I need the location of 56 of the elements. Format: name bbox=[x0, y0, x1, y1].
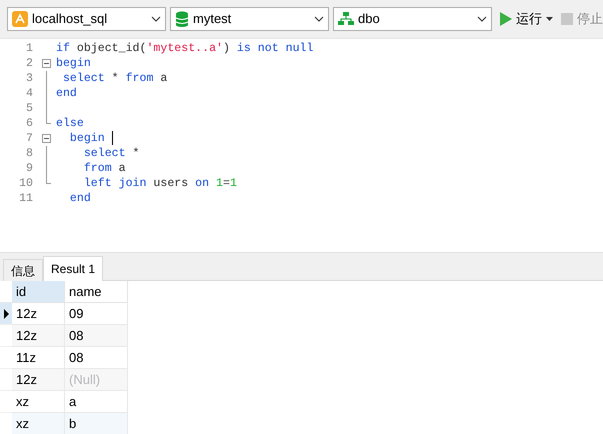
line-number: 5 bbox=[25, 101, 33, 116]
line-number: 7 bbox=[25, 131, 33, 146]
code-line: else bbox=[56, 116, 84, 131]
code-line: begin bbox=[56, 56, 91, 71]
line-number: 9 bbox=[25, 161, 33, 176]
line-number: 3 bbox=[25, 71, 33, 86]
fold-end-line bbox=[46, 116, 51, 124]
code-line: if object_id('mytest..a') is not null bbox=[56, 41, 314, 56]
schema-select[interactable]: dbo bbox=[333, 7, 492, 31]
fold-toggle-icon[interactable] bbox=[42, 59, 51, 68]
fold-toggle-icon[interactable] bbox=[42, 134, 51, 143]
code-line: begin bbox=[68, 131, 106, 146]
schema-icon bbox=[338, 12, 354, 26]
run-button[interactable]: 运行 bbox=[500, 9, 542, 29]
code-line: end bbox=[68, 191, 91, 206]
chevron-down-icon bbox=[477, 16, 488, 22]
code-line: select * from a bbox=[62, 71, 168, 86]
table-cell: b bbox=[65, 413, 128, 434]
table-cell: (Null) bbox=[65, 369, 128, 391]
table-cell: 11z bbox=[12, 347, 65, 369]
table-cell: 12z bbox=[12, 325, 65, 347]
code-line: left join users on 1=1 bbox=[82, 176, 237, 191]
current-row-icon bbox=[4, 308, 9, 318]
caret-icon[interactable] bbox=[546, 17, 553, 21]
result-tab[interactable]: 信息 bbox=[3, 259, 43, 281]
table-cell: a bbox=[65, 391, 128, 413]
line-number: 1 bbox=[25, 41, 33, 56]
table-cell: xz bbox=[12, 391, 65, 413]
fold-end-line bbox=[46, 176, 51, 184]
result-tab[interactable]: Result 1 bbox=[43, 256, 104, 281]
chevron-down-icon bbox=[314, 16, 324, 22]
text-cursor bbox=[112, 131, 113, 145]
database-icon bbox=[175, 11, 190, 27]
code-line: from a bbox=[82, 161, 126, 176]
stop-icon bbox=[561, 13, 573, 25]
table-cell: 09 bbox=[65, 303, 128, 325]
table-cell: 12z bbox=[12, 303, 65, 325]
table-cell: 08 bbox=[65, 325, 128, 347]
line-number: 11 bbox=[18, 191, 33, 206]
column-header[interactable]: name bbox=[65, 281, 128, 303]
line-number: 8 bbox=[25, 146, 33, 161]
connection-icon bbox=[12, 11, 28, 27]
column-header[interactable]: id bbox=[12, 281, 65, 303]
play-icon bbox=[500, 12, 512, 26]
line-number: 10 bbox=[18, 176, 33, 191]
table-cell: 12z bbox=[12, 369, 65, 391]
table-cell: xz bbox=[12, 413, 65, 434]
line-number: 2 bbox=[25, 56, 33, 71]
code-line: select * bbox=[82, 146, 140, 161]
table-cell: 08 bbox=[65, 347, 128, 369]
connection-select[interactable]: localhost_sql bbox=[7, 7, 166, 31]
chevron-down-icon bbox=[151, 16, 162, 22]
line-number: 4 bbox=[25, 86, 33, 101]
line-number: 6 bbox=[25, 116, 33, 131]
database-select[interactable]: mytest bbox=[170, 7, 330, 31]
code-line: end bbox=[56, 86, 77, 101]
